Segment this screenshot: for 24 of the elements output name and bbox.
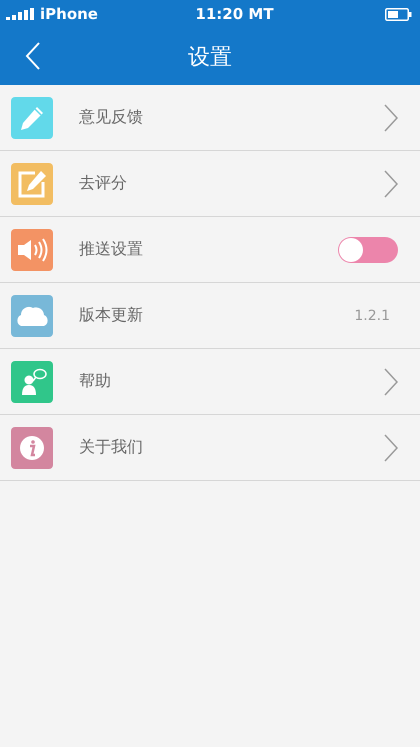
settings-row[interactable]: 关于我们 xyxy=(0,415,420,481)
battery-icon xyxy=(384,8,412,20)
row-label: 版本更新 xyxy=(79,305,144,326)
row-label: 关于我们 xyxy=(79,437,144,458)
row-label: 帮助 xyxy=(79,371,112,392)
version-number: 1.2.1 xyxy=(354,308,390,324)
settings-row[interactable]: 去评分 xyxy=(0,151,420,217)
carrier-name: iPhone xyxy=(40,5,98,23)
row-label: 去评分 xyxy=(79,173,128,194)
back-icon[interactable] xyxy=(25,42,41,70)
signal-icon xyxy=(6,8,36,20)
status-time: 11:20 MT xyxy=(195,5,274,23)
row-label: 推送设置 xyxy=(79,239,144,260)
page-title: 设置 xyxy=(188,44,232,72)
row-label: 意见反馈 xyxy=(79,107,144,128)
settings-row[interactable]: 版本更新 1.2.1 xyxy=(0,283,420,349)
chevron-icon xyxy=(384,170,398,198)
settings-row[interactable]: 意见反馈 xyxy=(0,85,420,151)
toggle-switch[interactable] xyxy=(338,236,398,262)
chevron-icon xyxy=(384,434,398,462)
chevron-icon xyxy=(384,104,398,132)
chevron-icon xyxy=(384,368,398,396)
settings-row[interactable]: 推送设置 xyxy=(0,217,420,283)
settings-row[interactable]: 帮助 xyxy=(0,349,420,415)
